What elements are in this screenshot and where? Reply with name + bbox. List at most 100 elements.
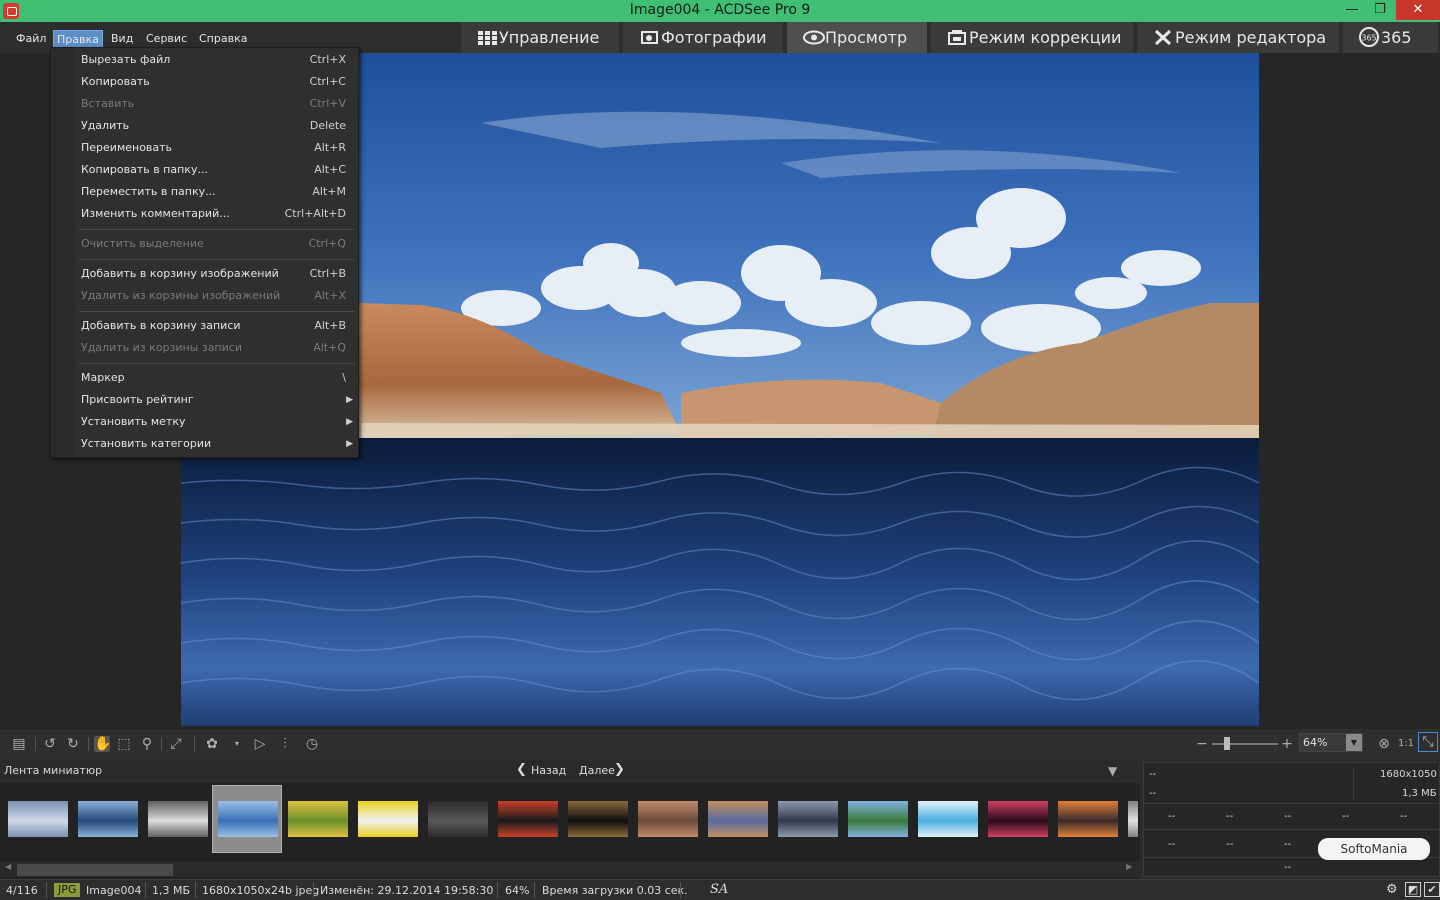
thumbnail-item[interactable] xyxy=(568,801,628,837)
tab-manage[interactable]: Управление xyxy=(461,22,621,53)
scrollbar-thumb[interactable] xyxy=(17,864,173,876)
menu-rename[interactable]: Переименовать Alt+R xyxy=(81,138,351,158)
zoom-dropdown-arrow-icon[interactable]: ▼ xyxy=(1346,734,1362,751)
color-wheel-icon[interactable]: ✿ xyxy=(204,736,220,752)
info-divider xyxy=(1144,803,1440,804)
tab-editor[interactable]: Режим редактора xyxy=(1137,22,1341,53)
menu-cut-file[interactable]: Вырезать файл Ctrl+X xyxy=(81,50,351,70)
thumbnail-item[interactable] xyxy=(778,801,838,837)
rotate-right-icon[interactable]: ↻ xyxy=(65,736,81,752)
scroll-right-icon[interactable]: ▶ xyxy=(1126,862,1132,871)
menu-edit[interactable]: Правка xyxy=(53,30,103,48)
thumbnail-item[interactable] xyxy=(78,801,138,837)
filmstrip-header: Лента миниатюр ❮ Назад Далее ❯ ▼ xyxy=(0,759,1140,783)
tab-view-label: Просмотр xyxy=(825,28,908,47)
thumbnail-item[interactable] xyxy=(288,801,348,837)
rotate-left-icon[interactable]: ↺ xyxy=(42,736,58,752)
status-filesize: 1,3 МБ xyxy=(152,884,191,897)
menu-add-image-basket[interactable]: Добавить в корзину изображений Ctrl+B xyxy=(81,264,351,284)
thumbnail-item[interactable] xyxy=(918,801,978,837)
eye-icon xyxy=(803,29,825,46)
tab-develop[interactable]: Режим коррекции xyxy=(931,22,1135,53)
restore-button[interactable]: ❐ xyxy=(1366,0,1394,20)
back-chevron-icon[interactable]: ❮ xyxy=(516,762,527,777)
menu-tools[interactable]: Сервис xyxy=(143,30,190,48)
menu-clear-selection[interactable]: Очистить выделение Ctrl+Q xyxy=(81,234,351,254)
tab-view[interactable]: Просмотр xyxy=(787,22,929,53)
collapse-arrow-icon[interactable]: ▼ xyxy=(1108,764,1117,778)
zoom-tool-icon[interactable]: ⚲ xyxy=(139,736,155,752)
menu-delete[interactable]: Удалить Delete xyxy=(81,116,351,136)
menu-item-shortcut: Ctrl+V xyxy=(309,97,346,110)
exposure-icon[interactable]: ◩ xyxy=(1405,882,1421,897)
menu-copy[interactable]: Копировать Ctrl+C xyxy=(81,72,351,92)
menu-set-categories[interactable]: Установить категории ▶ xyxy=(81,434,353,454)
close-button[interactable]: ✕ xyxy=(1396,0,1440,20)
zoom-slider-handle[interactable] xyxy=(1224,737,1230,750)
zoom-out-icon[interactable]: − xyxy=(1194,736,1210,752)
thumbnail-item[interactable] xyxy=(498,801,558,837)
fit-zoom-icon[interactable]: ⊗ xyxy=(1376,736,1392,752)
menu-view[interactable]: Вид xyxy=(108,30,136,48)
thumbnail-item[interactable] xyxy=(428,801,488,837)
tab-365[interactable]: 365 365 xyxy=(1343,22,1440,53)
gear-icon[interactable]: ⚙ xyxy=(1386,882,1398,897)
menu-paste[interactable]: Вставить Ctrl+V xyxy=(81,94,351,114)
menu-item-label: Копировать xyxy=(81,75,150,88)
menu-help[interactable]: Справка xyxy=(196,30,250,48)
menu-move-to-folder[interactable]: Переместить в папку... Alt+M xyxy=(81,182,351,202)
next-button[interactable]: Далее xyxy=(579,764,615,777)
menu-item-shortcut: Ctrl+C xyxy=(309,75,346,88)
checkmark-icon[interactable]: ✔ xyxy=(1424,882,1440,897)
info-row1-left: -- xyxy=(1149,769,1157,780)
menu-set-rating[interactable]: Присвоить рейтинг ▶ xyxy=(81,390,353,410)
menu-edit-comment[interactable]: Изменить комментарий... Ctrl+Alt+D xyxy=(81,204,351,224)
menu-item-label: Удалить из корзины записи xyxy=(81,341,242,354)
thumbnail-item[interactable] xyxy=(148,801,208,837)
dropdown-arrow-icon[interactable]: ▾ xyxy=(229,736,245,752)
back-button[interactable]: Назад xyxy=(531,764,566,777)
actual-size-label[interactable]: 1:1 xyxy=(1397,736,1415,752)
filmstrip-title: Лента миниатюр xyxy=(4,764,103,777)
history-icon[interactable]: ◷ xyxy=(304,736,320,752)
status-position: 4/116 xyxy=(6,884,38,897)
menu-item-label: Добавить в корзину записи xyxy=(81,319,241,332)
status-zoom: 64% xyxy=(505,884,530,897)
play-slideshow-icon[interactable]: ▷ xyxy=(252,736,268,752)
menu-marker[interactable]: Маркер \ xyxy=(81,368,351,388)
thumbnail-item[interactable] xyxy=(988,801,1048,837)
hand-tool-icon[interactable]: ✋ xyxy=(94,736,111,752)
menu-remove-image-basket[interactable]: Удалить из корзины изображений Alt+X xyxy=(81,286,351,306)
zoom-in-icon[interactable]: + xyxy=(1279,736,1295,752)
info-placeholder: -- xyxy=(1284,811,1292,822)
thumbnail-item[interactable] xyxy=(708,801,768,837)
save-icon[interactable]: ▤ xyxy=(11,736,27,752)
thumbnail-item[interactable] xyxy=(638,801,698,837)
expand-icon[interactable]: ⤡ xyxy=(1418,732,1438,752)
next-chevron-icon[interactable]: ❯ xyxy=(614,762,625,777)
thumbnail-item[interactable] xyxy=(358,801,418,837)
zoom-slider[interactable] xyxy=(1212,743,1278,745)
menu-add-record-basket[interactable]: Добавить в корзину записи Alt+B xyxy=(81,316,351,336)
tab-photos[interactable]: Фотографии xyxy=(623,22,785,53)
title-bar: Image004 - ACDSee Pro 9 — ❐ ✕ xyxy=(0,0,1440,22)
menu-copy-to-folder[interactable]: Копировать в папку... Alt+C xyxy=(81,160,351,180)
thumbnail-item[interactable] xyxy=(218,801,278,837)
fullscreen-icon[interactable]: ⤢ xyxy=(168,736,184,752)
horizontal-scrollbar[interactable]: ◀ ▶ xyxy=(0,861,1140,877)
menu-remove-record-basket[interactable]: Удалить из корзины записи Alt+Q xyxy=(81,338,351,358)
scroll-left-icon[interactable]: ◀ xyxy=(5,862,11,871)
thumbnail-item[interactable] xyxy=(1128,801,1138,837)
thumbnail-item[interactable] xyxy=(1058,801,1118,837)
thumbnail-item[interactable] xyxy=(8,801,68,837)
menu-file[interactable]: Файл xyxy=(13,30,49,48)
submenu-arrow-icon: ▶ xyxy=(346,395,353,405)
adjust-icon[interactable]: ⫶ xyxy=(277,736,293,752)
menu-set-label[interactable]: Установить метку ▶ xyxy=(81,412,353,432)
photos-icon xyxy=(639,29,659,46)
select-tool-icon[interactable]: ⬚ xyxy=(116,736,132,752)
menu-item-label: Присвоить рейтинг xyxy=(81,393,194,406)
minimize-button[interactable]: — xyxy=(1338,0,1366,20)
thumbnail-item[interactable] xyxy=(848,801,908,837)
viewer-toolbar: ▤ ↺ ↻ ✋ ⬚ ⚲ ⤢ ✿ ▾ ▷ ⫶ ◷ − + ⊗ 1:1 ⤡ xyxy=(0,729,1440,759)
